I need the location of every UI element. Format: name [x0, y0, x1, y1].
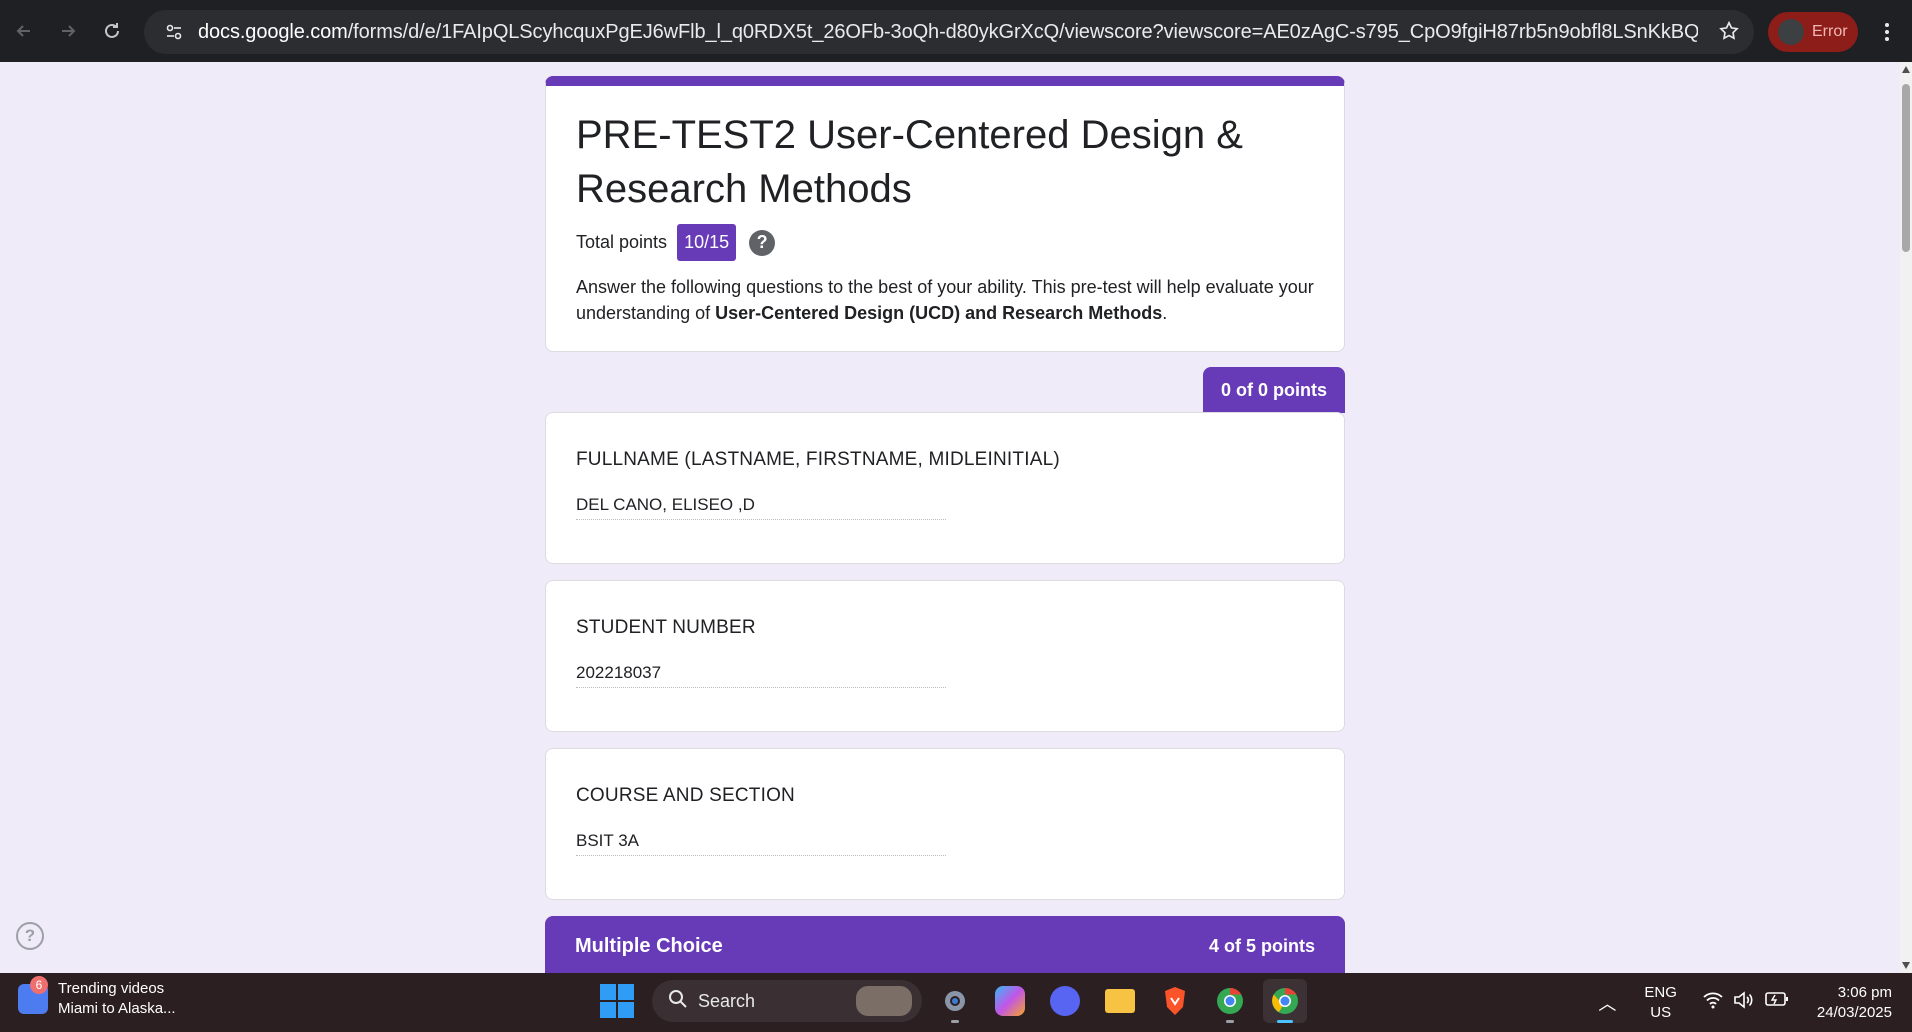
search-highlight-image — [856, 986, 912, 1016]
search-label: Search — [698, 990, 756, 1011]
wifi-icon[interactable] — [1703, 991, 1723, 1014]
scroll-thumb[interactable] — [1902, 84, 1910, 252]
chrome-active-icon[interactable] — [1263, 979, 1307, 1023]
form-description: Answer the following questions to the be… — [576, 277, 1314, 323]
windows-start-icon[interactable] — [600, 984, 634, 1018]
battery-icon[interactable] — [1765, 991, 1789, 1014]
back-arrow-icon[interactable] — [2, 9, 46, 53]
settings-gear-icon[interactable] — [933, 979, 977, 1023]
volume-icon[interactable] — [1733, 991, 1755, 1014]
widgets-button[interactable]: 6 Trending videos Miami to Alaska... — [18, 976, 176, 1019]
browser-toolbar: docs.google.com/forms/d/e/1FAIpQLScyhcqu… — [0, 0, 1912, 62]
section-points-badge: 0 of 0 points — [1203, 367, 1345, 413]
language-indicator[interactable]: ENG US — [1644, 983, 1677, 1023]
copilot-icon[interactable] — [988, 979, 1032, 1023]
search-icon — [668, 989, 688, 1014]
total-points-label: Total points — [576, 232, 668, 252]
taskbar-apps: Search — [600, 979, 1307, 1023]
form-header-card: PRE-TEST2 User-Centered Design & Researc… — [545, 76, 1345, 352]
question-card: COURSE AND SECTION BSIT 3A — [545, 748, 1345, 900]
notification-badge: 6 — [30, 976, 48, 994]
question-answer: BSIT 3A — [576, 831, 946, 856]
reload-icon[interactable] — [90, 9, 134, 53]
page-scrollbar[interactable] — [1900, 62, 1912, 973]
file-explorer-icon[interactable] — [1098, 979, 1142, 1023]
scroll-down-arrow-icon[interactable] — [1902, 962, 1910, 969]
chevron-up-icon[interactable]: ︿ — [1598, 990, 1616, 1016]
widgets-icon: 6 — [18, 976, 48, 1014]
widget-title: Trending videos — [58, 980, 165, 997]
page-help-icon[interactable]: ? — [16, 922, 44, 950]
clock-date: 24/03/2025 — [1816, 1003, 1892, 1021]
brave-browser-icon[interactable] — [1153, 979, 1197, 1023]
more-menu-icon[interactable] — [1872, 12, 1902, 52]
avatar — [1778, 19, 1804, 45]
profile-label: Error — [1812, 23, 1848, 40]
total-points-row: Total points 10/15 ? — [576, 224, 776, 261]
question-card: STUDENT NUMBER 202218037 — [545, 580, 1345, 732]
site-info-icon[interactable] — [154, 12, 194, 52]
question-title: FULLNAME (LASTNAME, FIRSTNAME, MIDLEINIT… — [576, 449, 1060, 470]
form-title: PRE-TEST2 User-Centered Design & Researc… — [576, 113, 1243, 211]
address-bar[interactable]: docs.google.com/forms/d/e/1FAIpQLScyhcqu… — [144, 10, 1754, 54]
form-page: PRE-TEST2 User-Centered Design & Researc… — [0, 62, 1900, 973]
question-answer: 202218037 — [576, 663, 946, 688]
question-title: COURSE AND SECTION — [576, 785, 795, 806]
bookmark-star-icon[interactable] — [1718, 20, 1740, 47]
widget-subtitle: Miami to Alaska... — [58, 1000, 176, 1017]
system-tray: ︿ ENG US 3:06 pm 24/03/2025 — [1598, 973, 1912, 1032]
scroll-up-arrow-icon[interactable] — [1902, 66, 1910, 73]
forward-arrow-icon[interactable] — [46, 9, 90, 53]
discord-icon[interactable] — [1043, 979, 1087, 1023]
multiple-choice-section-header: Multiple Choice 4 of 5 points — [545, 916, 1345, 973]
clock[interactable]: 3:06 pm 24/03/2025 — [1817, 983, 1892, 1023]
help-icon[interactable]: ? — [749, 229, 776, 256]
url-text[interactable]: docs.google.com/forms/d/e/1FAIpQLScyhcqu… — [198, 21, 1698, 44]
question-answer: DEL CANO, ELISEO ,D — [576, 495, 946, 520]
taskbar-search[interactable]: Search — [652, 980, 922, 1022]
chrome-profile-icon[interactable] — [1208, 979, 1252, 1023]
question-title: STUDENT NUMBER — [576, 617, 756, 638]
question-card: FULLNAME (LASTNAME, FIRSTNAME, MIDLEINIT… — [545, 412, 1345, 564]
total-points-badge: 10/15 — [677, 224, 737, 261]
windows-taskbar: 6 Trending videos Miami to Alaska... Sea… — [0, 973, 1912, 1032]
section-points: 4 of 5 points — [1208, 935, 1315, 956]
section-title: Multiple Choice — [575, 934, 723, 957]
clock-time: 3:06 pm — [1837, 983, 1892, 1001]
profile-error-button[interactable]: Error — [1768, 12, 1858, 52]
